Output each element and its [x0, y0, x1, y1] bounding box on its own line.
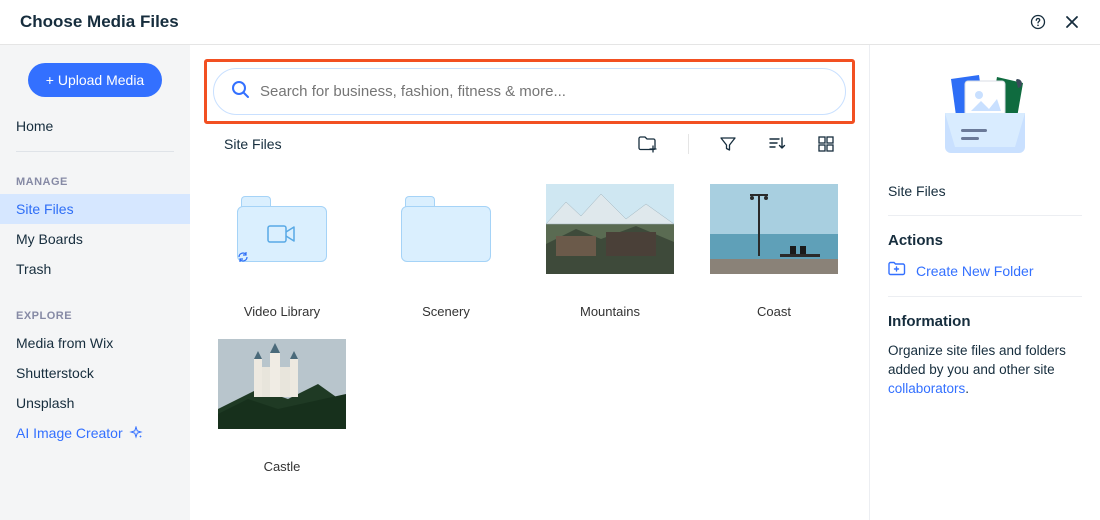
refresh-icon	[237, 251, 249, 266]
create-folder-label: Create New Folder	[916, 263, 1034, 279]
media-item-image[interactable]: Castle	[210, 339, 354, 474]
grid-view-icon[interactable]	[817, 135, 835, 153]
media-item-image[interactable]: Mountains	[538, 184, 682, 319]
image-thumb	[710, 184, 838, 274]
dialog-header: Choose Media Files	[0, 0, 1100, 45]
sidebar-item-my-boards[interactable]: My Boards	[0, 224, 190, 254]
sidebar-section-manage: MANAGE	[0, 162, 190, 194]
folder-thumb	[218, 184, 346, 274]
information-text: Organize site files and folders added by…	[888, 342, 1082, 399]
video-icon	[267, 223, 297, 245]
sidebar-item-label: AI Image Creator	[16, 425, 123, 441]
filter-icon[interactable]	[719, 135, 737, 153]
sidebar-section-explore: EXPLORE	[0, 296, 190, 328]
dialog-title: Choose Media Files	[20, 12, 179, 32]
image-thumb	[218, 339, 346, 429]
close-icon[interactable]	[1064, 14, 1080, 30]
sidebar-item-ai-image-creator[interactable]: AI Image Creator	[0, 418, 190, 448]
search-bar[interactable]	[213, 68, 846, 115]
info-panel: Site Files Actions Create New Folder Inf…	[870, 45, 1100, 520]
sort-icon[interactable]	[767, 135, 787, 153]
sidebar-item-trash[interactable]: Trash	[0, 254, 190, 284]
media-label: Mountains	[580, 304, 640, 319]
media-label: Video Library	[244, 304, 320, 319]
media-label: Castle	[264, 459, 301, 474]
folder-plus-icon	[888, 261, 906, 280]
media-label: Coast	[757, 304, 791, 319]
toolbar-divider	[688, 134, 689, 154]
sidebar-item-unsplash[interactable]: Unsplash	[0, 388, 190, 418]
search-input[interactable]	[260, 83, 829, 100]
info-title: Site Files	[888, 183, 1082, 199]
sidebar-item-home[interactable]: Home	[0, 111, 190, 141]
folder-illustration	[888, 69, 1082, 155]
sidebar-item-shutterstock[interactable]: Shutterstock	[0, 358, 190, 388]
upload-media-button[interactable]: + Upload Media	[28, 63, 162, 97]
main-content: Site Files	[190, 45, 870, 520]
media-item-folder[interactable]: Video Library	[210, 184, 354, 319]
media-item-image[interactable]: Coast	[702, 184, 846, 319]
sidebar-item-site-files[interactable]: Site Files	[0, 194, 190, 224]
search-icon	[230, 79, 250, 104]
search-highlight-frame	[204, 59, 855, 124]
add-folder-icon[interactable]	[638, 135, 658, 153]
breadcrumb: Site Files	[224, 136, 282, 152]
create-new-folder-button[interactable]: Create New Folder	[888, 261, 1082, 280]
image-thumb	[546, 184, 674, 274]
sidebar-item-media-from-wix[interactable]: Media from Wix	[0, 328, 190, 358]
media-item-folder[interactable]: Scenery	[374, 184, 518, 319]
toolbar: Site Files	[204, 124, 855, 154]
media-label: Scenery	[422, 304, 470, 319]
media-grid: Video Library Scenery	[204, 154, 855, 484]
help-icon[interactable]	[1030, 14, 1046, 30]
actions-heading: Actions	[888, 232, 1082, 249]
sparkle-icon	[129, 426, 143, 440]
sidebar: + Upload Media Home MANAGE Site Files My…	[0, 45, 190, 520]
information-heading: Information	[888, 313, 1082, 330]
folder-thumb	[382, 184, 510, 274]
collaborators-link[interactable]: collaborators	[888, 381, 965, 396]
